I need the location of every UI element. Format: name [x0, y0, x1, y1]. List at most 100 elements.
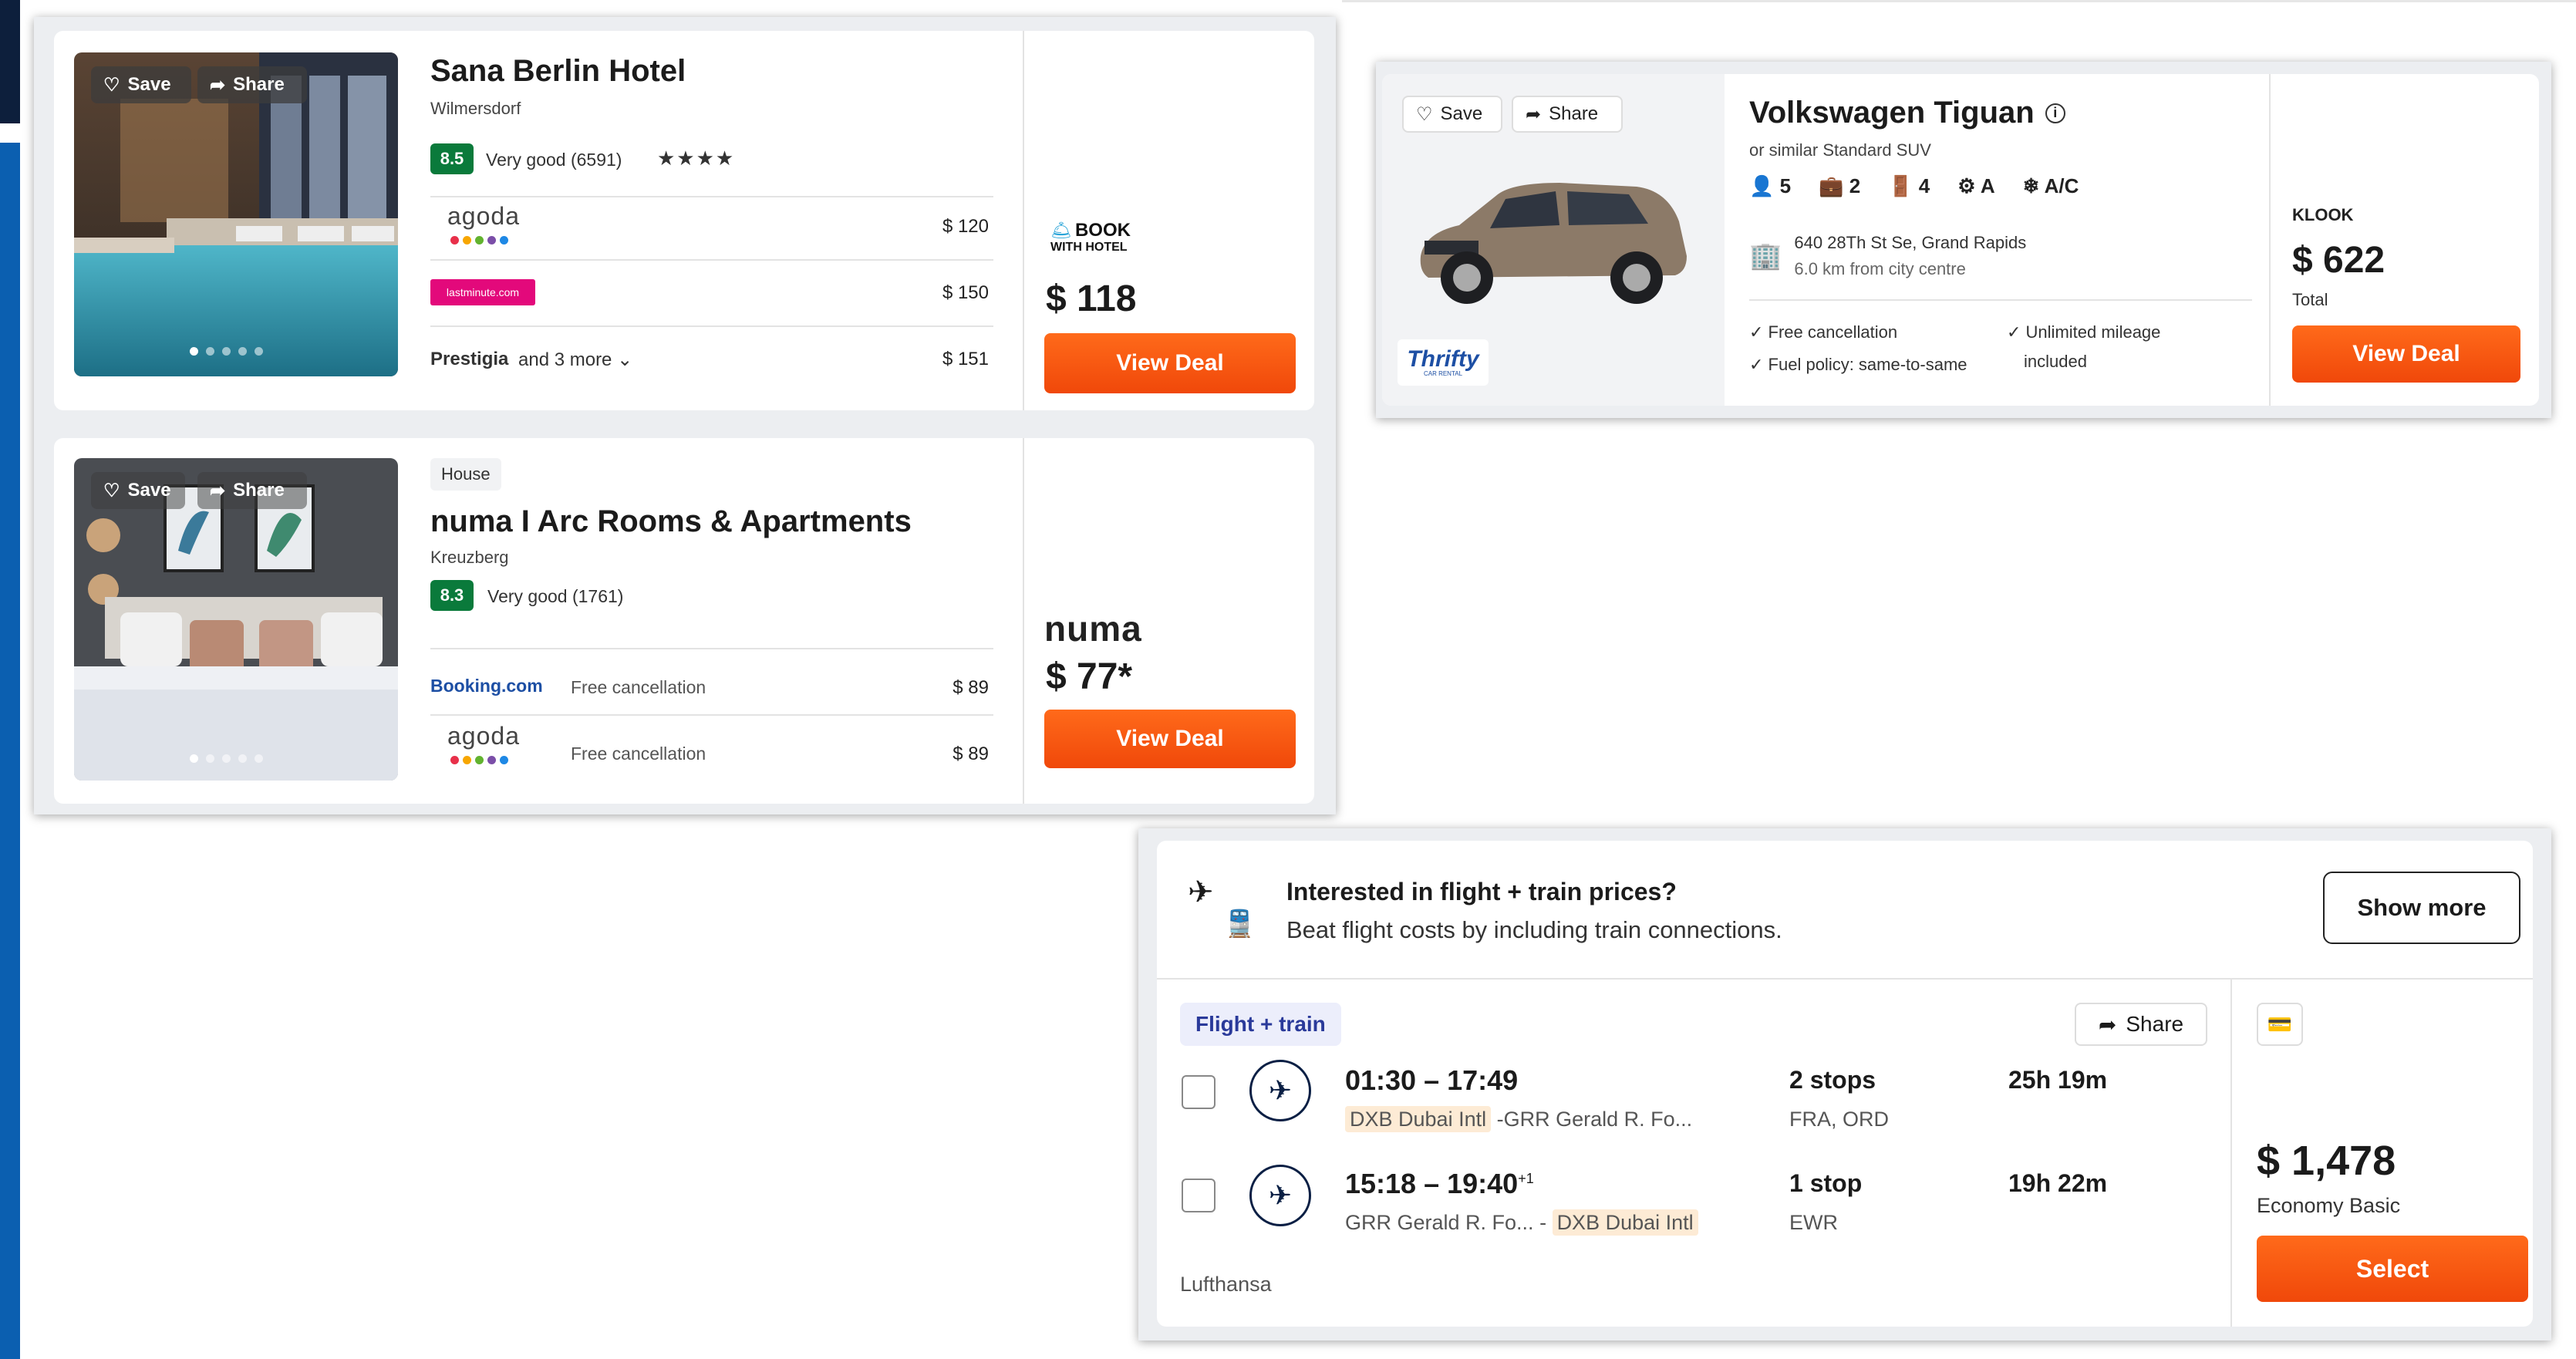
select-button[interactable]: Select	[2257, 1236, 2528, 1302]
chevron-down-icon: ⌄	[617, 349, 633, 370]
snowflake-icon: ❄	[2022, 174, 2040, 197]
divider	[2230, 978, 2232, 1327]
arrival-airport: GRR Gerald R. Fo...	[1503, 1108, 1693, 1131]
view-deal-button[interactable]: View Deal	[1044, 710, 1296, 768]
share-arrow-icon: ➦	[2098, 1012, 2117, 1037]
best-price[interactable]: $ 118	[1046, 278, 1136, 320]
hotel-card-sana-berlin[interactable]: ♡ Save ➦ Share Sana Berlin Hotel Wilmersdo…	[54, 31, 1314, 410]
flight-price[interactable]: $ 1,478	[2257, 1137, 2396, 1185]
car-title-row: Volkswagen Tiguan i	[1749, 96, 2065, 130]
provider-price[interactable]: $ 151	[902, 349, 989, 370]
hotel-name[interactable]: numa I Arc Rooms & Apartments	[430, 504, 912, 539]
save-button[interactable]: ♡ Save	[91, 472, 185, 509]
arrival-airport: DXB Dubai Intl	[1552, 1209, 1698, 1236]
share-button[interactable]: ➦ Share	[197, 66, 307, 103]
booking-com-logo: Booking.com	[430, 676, 543, 696]
building-icon: 🏢	[1749, 241, 1782, 271]
leg-stops: 1 stop	[1789, 1169, 1863, 1197]
more-providers-link[interactable]: and 3 more ⌄	[518, 349, 632, 371]
property-type-tag: House	[430, 458, 501, 491]
lufthansa-logo: ✈	[1249, 1060, 1311, 1121]
leg-route: DXB Dubai Intl -GRR Gerald R. Fo...	[1345, 1106, 1693, 1132]
divider	[1023, 438, 1024, 804]
provider-price[interactable]: $ 150	[902, 282, 989, 304]
review-rating-text: Very good (6591)	[486, 150, 622, 170]
free-cancellation-note: Free cancellation	[571, 677, 706, 697]
divider	[430, 648, 993, 649]
share-arrow-icon: ➦	[210, 74, 226, 96]
sidebar-top	[0, 0, 20, 123]
car-photo	[1420, 183, 1687, 304]
leg-times: 01:30 – 17:49	[1345, 1064, 1519, 1096]
departure-airport: GRR Gerald R. Fo...	[1345, 1211, 1534, 1234]
divider	[2269, 74, 2271, 406]
provider-price[interactable]: $ 120	[902, 216, 989, 238]
leg-duration: 19h 22m	[2008, 1169, 2108, 1197]
pickup-distance: 6.0 km from city centre	[1794, 259, 1966, 278]
car-price[interactable]: $ 622	[2292, 239, 2385, 282]
hotel-area: Wilmersdorf	[430, 99, 521, 118]
review-score-badge: 8.3	[430, 580, 474, 611]
photo-carousel-dots[interactable]	[190, 347, 263, 356]
save-button[interactable]: ♡ Save	[91, 66, 191, 103]
lastminute-logo: lastminute.com	[430, 279, 535, 305]
car-similar: or similar Standard SUV	[1749, 140, 1931, 160]
divider	[1023, 31, 1024, 410]
lufthansa-logo: ✈	[1249, 1165, 1311, 1226]
check-icon: ✓	[1749, 355, 1768, 374]
doors-spec: 🚪 4	[1888, 174, 1930, 197]
view-deal-button[interactable]: View Deal	[1044, 333, 1296, 393]
bell-icon: 🛎	[1050, 221, 1072, 240]
agoda-logo: agoda	[447, 202, 520, 230]
view-deal-button[interactable]: View Deal	[2292, 325, 2520, 383]
provider-name: Prestigia	[430, 349, 509, 369]
heart-icon: ♡	[103, 74, 120, 96]
hotel-name[interactable]: Sana Berlin Hotel	[430, 54, 686, 89]
card-payment-icon[interactable]: 💳	[2257, 1003, 2303, 1046]
departure-airport: DXB Dubai Intl	[1345, 1106, 1492, 1132]
transmission-spec: ⚙ A	[1957, 174, 1995, 197]
photo-carousel-dots[interactable]	[190, 754, 263, 763]
price-note: Total	[2292, 290, 2328, 309]
share-button[interactable]: ➦ Share	[1512, 96, 1623, 133]
leg-checkbox[interactable]	[1182, 1179, 1216, 1212]
car-specs: 👤 5 💼 2 🚪 4 ⚙ A ❄ A/C	[1749, 174, 2079, 198]
share-button[interactable]: ➦ Share	[2075, 1003, 2207, 1046]
show-more-button[interactable]: Show more	[2323, 872, 2520, 944]
divider	[430, 325, 993, 327]
share-button[interactable]: ➦ Share	[197, 472, 307, 509]
car-door-icon: 🚪	[1888, 174, 1913, 197]
pickup-location[interactable]: 🏢 640 28Th St Se, Grand Rapids 6.0 km fr…	[1749, 233, 2026, 279]
hotel-card-numa[interactable]: ♡ Save ➦ Share House numa I Arc Rooms & Ap…	[54, 438, 1314, 804]
plane-icon: ✈	[1188, 875, 1214, 909]
provider-price[interactable]: $ 89	[902, 744, 989, 765]
ac-spec: ❄ A/C	[2022, 174, 2079, 197]
car-card[interactable]: ♡ Save ➦ Share Thrifty CAR RENTAL Volkswag…	[1382, 74, 2539, 406]
save-button[interactable]: ♡ Save	[1402, 96, 1502, 133]
provider-price[interactable]: $ 89	[902, 677, 989, 699]
numa-logo: numa	[1044, 609, 1142, 649]
promo-title: Interested in flight + train prices?	[1286, 878, 1677, 905]
leg-duration: 25h 19m	[2008, 1066, 2108, 1094]
person-icon: 👤	[1749, 174, 1775, 197]
divider	[1157, 978, 2533, 980]
best-price[interactable]: $ 77*	[1046, 656, 1132, 698]
provider-name: KLOOK	[2292, 205, 2354, 224]
car-name[interactable]: Volkswagen Tiguan	[1749, 96, 2035, 130]
feature-fuel-policy: ✓ Fuel policy: same-to-same	[1749, 355, 1967, 374]
leg-route: GRR Gerald R. Fo... - DXB Dubai Intl	[1345, 1209, 1698, 1236]
top-divider	[1342, 0, 2576, 2]
hotel-area: Kreuzberg	[430, 548, 509, 567]
fare-class: Economy Basic	[2257, 1194, 2401, 1217]
agoda-logo-dots	[450, 756, 508, 764]
info-icon[interactable]: i	[2045, 103, 2065, 123]
next-day-indicator: +1	[1518, 1171, 1534, 1186]
thrifty-logo: Thrifty CAR RENTAL	[1398, 339, 1489, 386]
leg-checkbox[interactable]	[1182, 1075, 1216, 1109]
free-cancellation-note: Free cancellation	[571, 744, 706, 764]
star-rating: ★★★★	[657, 147, 736, 170]
flight-results-panel: ✈ 🚆 Interested in flight + train prices?…	[1138, 828, 2551, 1340]
flight-train-tag: Flight + train	[1180, 1003, 1341, 1046]
leg-via: EWR	[1789, 1211, 1838, 1234]
gear-shift-icon: ⚙	[1957, 174, 1976, 197]
